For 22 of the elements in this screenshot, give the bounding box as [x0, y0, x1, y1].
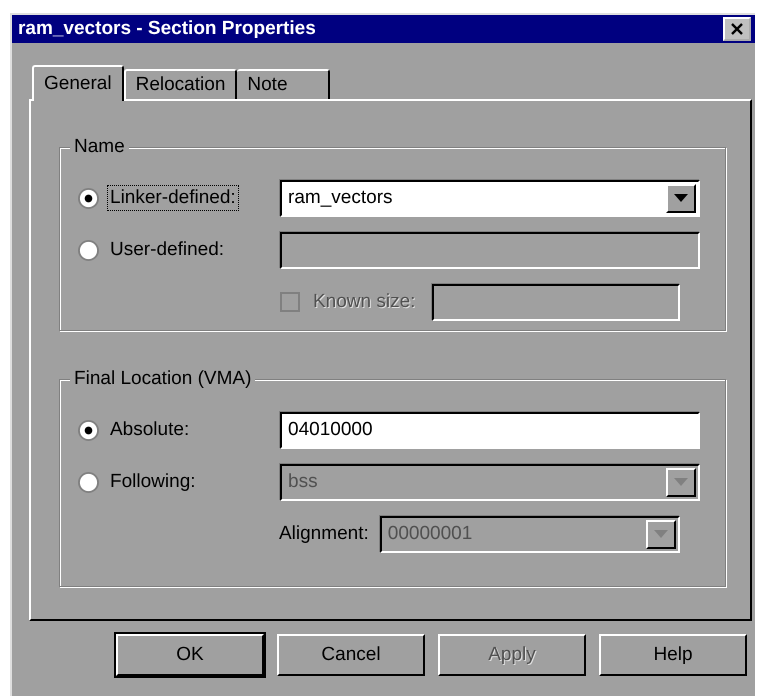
- dialog-button[interactable]: OK: [116, 634, 264, 676]
- radio-button[interactable]: [78, 240, 99, 260]
- address-field[interactable]: 04010000: [280, 412, 700, 448]
- radio-button[interactable]: [78, 188, 99, 208]
- window-title: ram_vectors - Section Properties: [18, 18, 316, 40]
- close-icon: [729, 22, 745, 36]
- group-legend: Final Location (VMA): [70, 368, 256, 390]
- name-dropdown[interactable]: ram_vectors: [280, 180, 700, 216]
- dialog-button[interactable]: Cancel: [277, 634, 425, 676]
- option-label: Linker-defined:: [107, 185, 239, 211]
- radio-button[interactable]: [78, 472, 99, 492]
- checkbox-label: Known size:: [312, 290, 416, 314]
- tab[interactable]: Relocation: [124, 69, 238, 99]
- tab[interactable]: General: [32, 65, 124, 101]
- option-label: User-defined:: [109, 238, 226, 262]
- radio-button[interactable]: [78, 420, 99, 440]
- dialog-button[interactable]: Help: [599, 634, 747, 676]
- close-button[interactable]: [723, 17, 751, 41]
- option-label: Following:: [109, 470, 197, 494]
- tab[interactable]: Note: [237, 69, 330, 99]
- option-label: Absolute:: [109, 418, 190, 442]
- alignment-label: Alignment:: [278, 522, 370, 546]
